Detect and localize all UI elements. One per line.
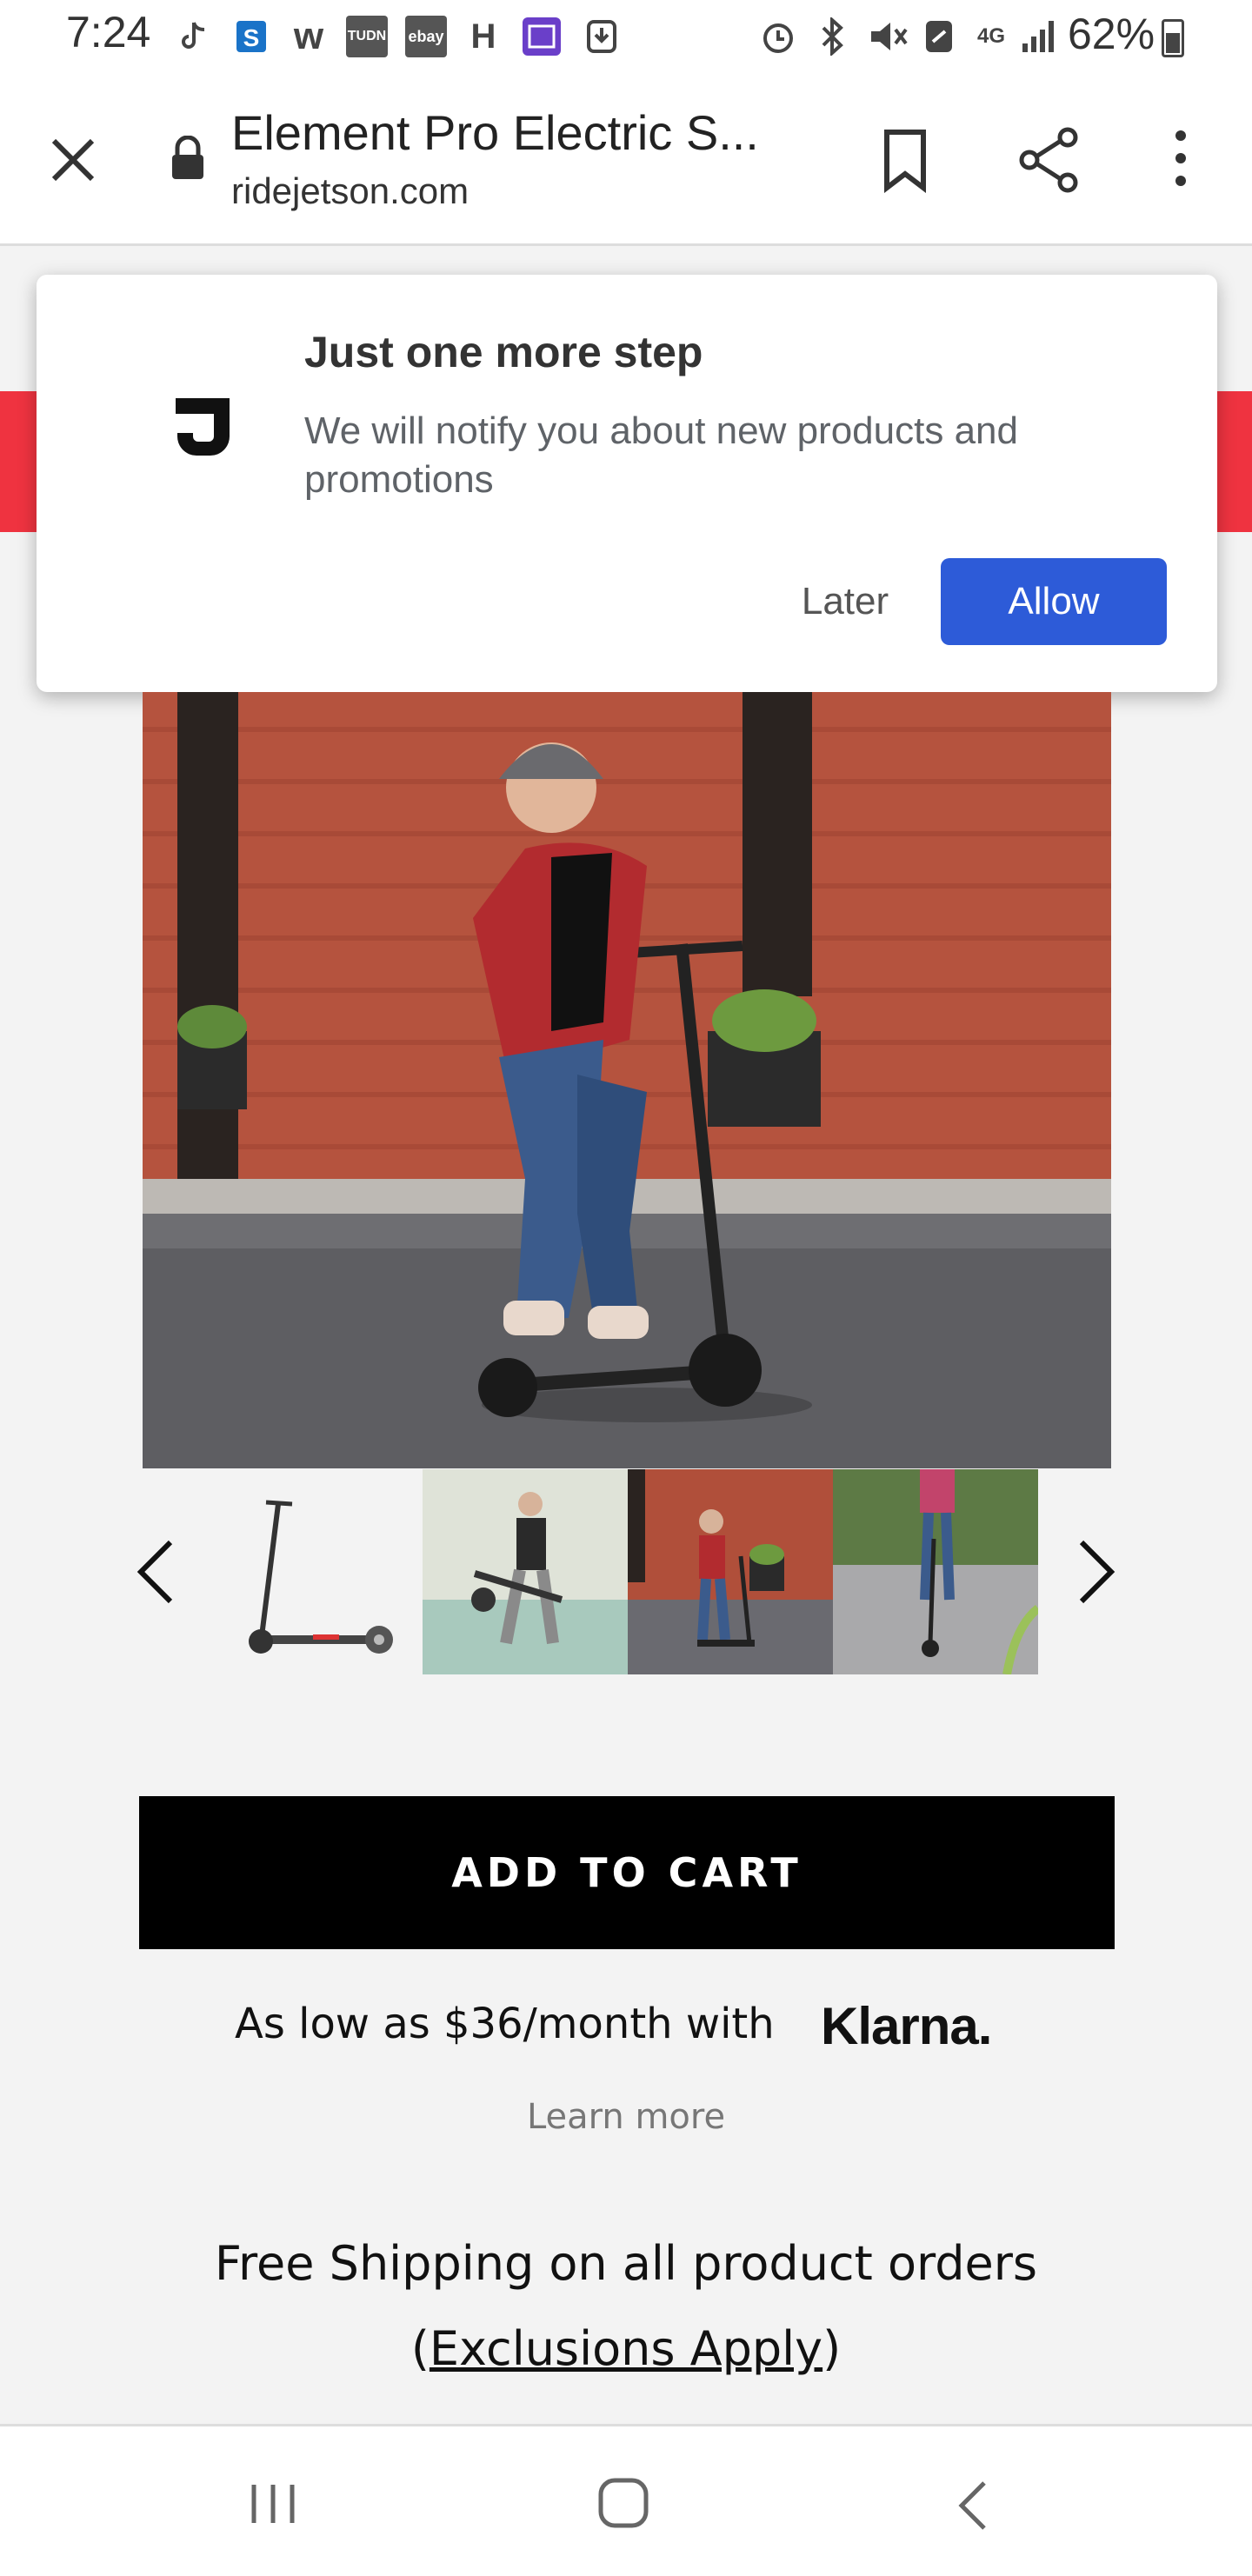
close-icon — [51, 138, 95, 182]
recent-apps-button[interactable] — [247, 2479, 299, 2528]
bookmark-icon — [884, 130, 926, 194]
page-title: Element Pro Electric S... — [231, 105, 759, 160]
mute-icon — [866, 16, 909, 57]
home-button[interactable] — [596, 2476, 650, 2530]
free-shipping-text: Free Shipping on all product orders — [214, 2236, 1038, 2291]
popup-title: Just one more step — [304, 328, 703, 376]
bluetooth-icon — [814, 16, 852, 57]
status-bar: 7:24 S w TUDN ebay H 4G 62% — [0, 0, 1252, 73]
s-app-icon: S — [235, 16, 270, 57]
lock-icon[interactable] — [169, 135, 207, 181]
more-vert-icon — [1175, 130, 1186, 186]
product-main-image[interactable] — [143, 692, 1111, 1468]
popup-message: We will notify you about new products an… — [304, 409, 1018, 501]
notification-permission-popup: Just one more step We will notify you ab… — [37, 275, 1217, 692]
signal-icon — [1019, 16, 1059, 57]
chevron-left-icon — [137, 1540, 173, 1604]
later-button[interactable]: Later — [758, 558, 932, 645]
nfc-icon — [922, 16, 956, 57]
battery-icon — [1162, 19, 1184, 57]
tudn-icon: TUDN — [346, 16, 388, 57]
alarm-icon — [756, 16, 800, 57]
add-to-cart-button[interactable]: ADD TO CART — [139, 1796, 1115, 1949]
tiktok-icon — [179, 16, 210, 57]
svg-text:S: S — [243, 24, 260, 51]
exclusions-close-paren: ) — [822, 2321, 842, 2376]
status-time: 7:24 — [66, 8, 151, 57]
download-icon — [584, 16, 619, 57]
page-domain: ridejetson.com — [231, 170, 470, 211]
back-icon — [958, 2481, 986, 2530]
ebay-icon: ebay — [405, 16, 447, 57]
share-button[interactable] — [1016, 125, 1083, 195]
more-options-button[interactable] — [1160, 127, 1202, 190]
exclusions-apply-link[interactable]: Exclusions Apply — [430, 2321, 822, 2376]
calendar-app-icon — [520, 16, 563, 57]
share-icon — [1019, 127, 1078, 193]
battery-percent: 62% — [1068, 10, 1155, 58]
product-thumbnail[interactable] — [833, 1469, 1038, 1674]
learn-more-label[interactable]: Learn more — [527, 2097, 725, 2137]
klarna-financing-text: As low as $36/month with — [235, 2000, 775, 2048]
h-app-icon: H — [470, 17, 496, 56]
exclusions-line: (Exclusions Apply) — [0, 2321, 1252, 2376]
bookmark-button[interactable] — [875, 127, 936, 194]
exclusions-open-paren: ( — [410, 2321, 430, 2376]
home-icon — [598, 2478, 649, 2528]
recents-icon — [251, 2485, 295, 2523]
w-app-icon: w — [293, 15, 324, 57]
chevron-right-icon — [1079, 1540, 1115, 1604]
klarna-logo: Klarna. — [821, 1997, 992, 2055]
product-thumbnail[interactable] — [217, 1469, 423, 1674]
product-thumbnail[interactable] — [628, 1469, 833, 1674]
jetson-logo — [170, 386, 240, 464]
learn-more-link[interactable]: Learn more — [0, 2097, 1252, 2137]
close-tab-button[interactable] — [43, 130, 103, 190]
allow-button[interactable]: Allow — [941, 558, 1167, 645]
carousel-prev-button[interactable] — [130, 1535, 179, 1608]
back-button[interactable] — [955, 2478, 989, 2533]
product-thumbnail[interactable] — [423, 1469, 628, 1674]
lte-icon: 4G — [976, 24, 1005, 48]
carousel-next-button[interactable] — [1073, 1535, 1122, 1608]
